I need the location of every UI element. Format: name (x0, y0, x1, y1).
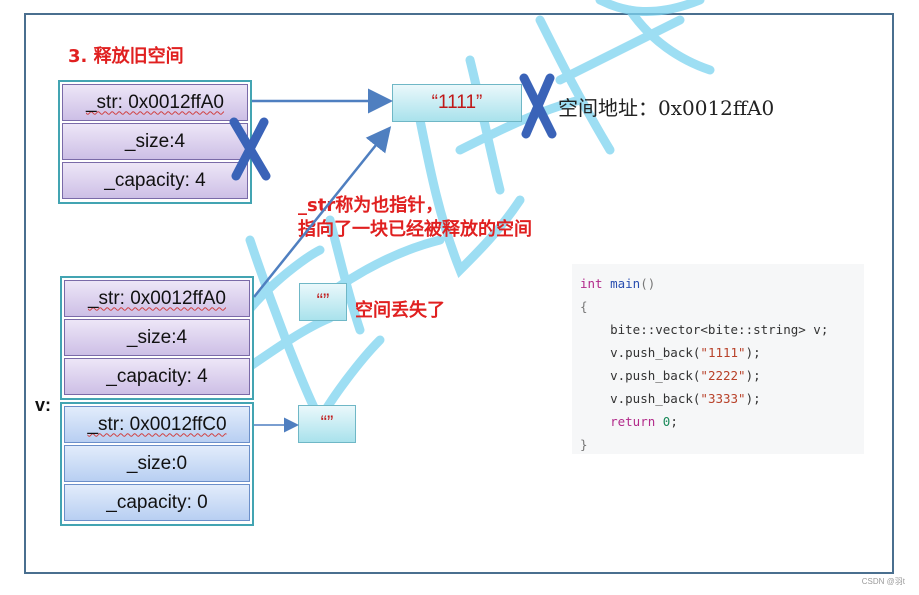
code-line: v.push_back("3333"); (580, 391, 769, 406)
cross-icon (229, 117, 271, 181)
code-line: bite::vector<bite::string> v; (580, 322, 829, 337)
code-line: v.push_back("2222"); (580, 368, 769, 383)
code-block: int main(){ bite::vector<bite::string> v… (572, 264, 864, 454)
code-line: return 0; (580, 414, 678, 429)
code-line: int main() (580, 276, 656, 291)
code-line: v.push_back("1111"); (580, 345, 769, 360)
code-line: } (580, 437, 588, 452)
cross-icon (519, 73, 557, 139)
credit-text: CSDN @羽t (861, 577, 905, 586)
dangling-pointer-arrow (253, 126, 392, 298)
code-line: { (580, 299, 588, 314)
